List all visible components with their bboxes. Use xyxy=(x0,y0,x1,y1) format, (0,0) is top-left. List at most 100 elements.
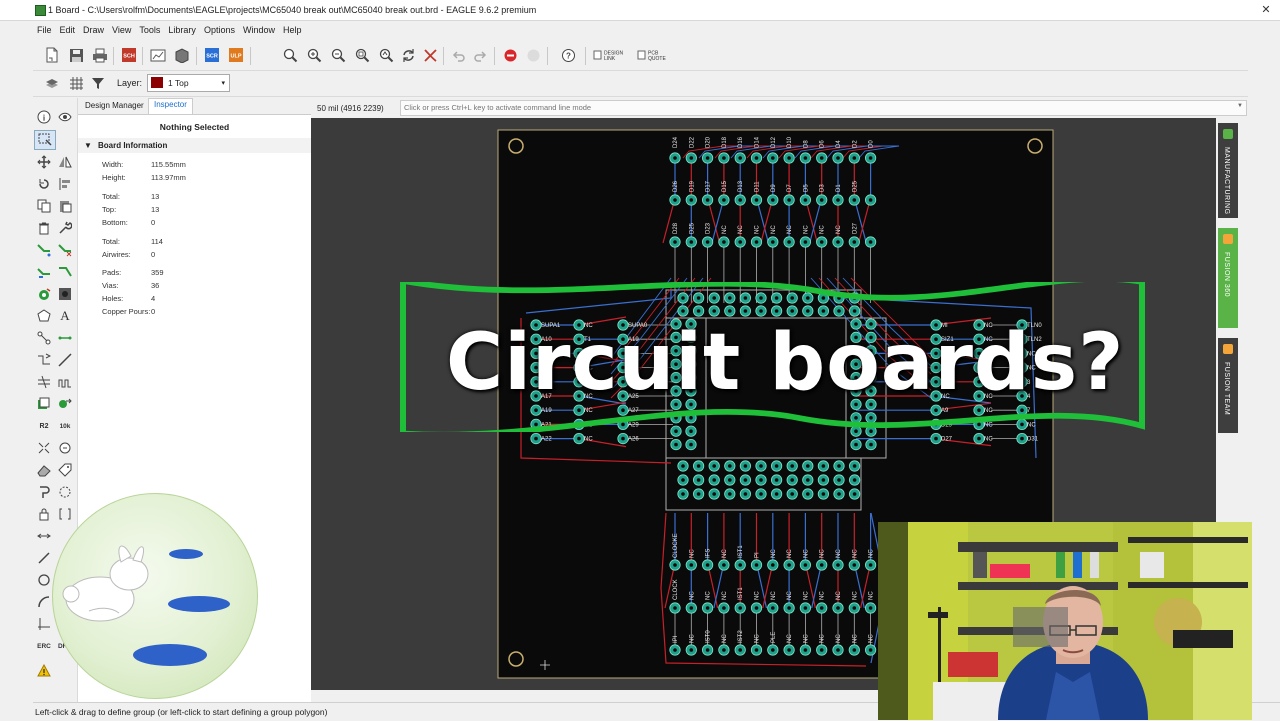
menu-help[interactable]: Help xyxy=(279,22,306,38)
grid-icon[interactable] xyxy=(67,74,85,92)
stop-command-icon[interactable] xyxy=(421,46,439,64)
align-icon[interactable] xyxy=(55,175,75,193)
pcb-pad-hole xyxy=(759,492,763,496)
command-line[interactable]: ▼ xyxy=(400,100,1247,116)
tab-inspector[interactable]: Inspector xyxy=(148,98,193,114)
board-information-header[interactable]: ▼ Board Information xyxy=(78,138,311,153)
cam-processor-icon[interactable] xyxy=(149,46,167,64)
pcb-pad-hole xyxy=(868,156,873,160)
name-tool[interactable]: R2 xyxy=(34,417,54,435)
lock-icon[interactable] xyxy=(34,505,54,523)
zoom-last-icon[interactable] xyxy=(377,46,395,64)
delete-icon[interactable] xyxy=(34,219,54,237)
info-icon[interactable]: i xyxy=(34,108,54,126)
layer-color-swatch xyxy=(151,77,163,88)
menu-edit[interactable]: Edit xyxy=(56,22,80,38)
close-window-button[interactable]: ✕ xyxy=(1252,0,1280,20)
pcb-pad-hole xyxy=(728,492,732,496)
board-3d-icon[interactable] xyxy=(173,46,191,64)
zoom-in-icon[interactable] xyxy=(305,46,323,64)
mirror-icon[interactable] xyxy=(55,153,75,171)
eraser-icon[interactable] xyxy=(34,461,54,479)
route-icon[interactable] xyxy=(34,241,54,259)
show-eye-icon[interactable] xyxy=(55,108,75,126)
text-icon[interactable]: A xyxy=(55,307,75,325)
pcb-label: NC xyxy=(787,549,793,558)
signal-icon[interactable] xyxy=(34,329,54,347)
pcb-pad-hole xyxy=(771,648,775,652)
new-file-icon[interactable] xyxy=(43,46,61,64)
pcb-pad-hole xyxy=(728,464,732,468)
ripup-icon[interactable] xyxy=(55,241,75,259)
pcb-pad-hole xyxy=(689,156,694,160)
pcb-quote-button[interactable]: PCB QUOTE xyxy=(637,46,677,64)
pad-icon[interactable] xyxy=(55,285,75,303)
redo-icon[interactable] xyxy=(471,46,489,64)
pcb-label: NC xyxy=(755,634,761,643)
rotate-icon[interactable] xyxy=(34,175,54,193)
optimize-icon[interactable] xyxy=(34,373,54,391)
fusion-team-tab[interactable]: FUSION TEAM xyxy=(1218,338,1238,433)
run-script-icon[interactable]: SCR xyxy=(203,46,221,64)
command-line-input[interactable] xyxy=(404,101,1224,114)
chevron-down-icon[interactable]: ▼ xyxy=(1237,103,1243,109)
erc-button[interactable]: ERC xyxy=(34,637,54,655)
zoom-fit-icon[interactable] xyxy=(281,46,299,64)
tab-design-manager[interactable]: Design Manager xyxy=(80,100,149,111)
help-icon[interactable]: ? xyxy=(559,46,577,64)
smash-icon[interactable] xyxy=(34,439,54,457)
filter-icon[interactable] xyxy=(89,74,107,92)
via-icon[interactable] xyxy=(34,285,54,303)
arc-icon[interactable] xyxy=(34,593,54,611)
print-icon[interactable] xyxy=(91,46,109,64)
copy-icon[interactable] xyxy=(34,197,54,215)
pcb-pad-hole xyxy=(722,606,726,610)
layer-select[interactable]: 1 Top ▾ xyxy=(147,74,230,92)
move-icon[interactable] xyxy=(34,153,54,171)
schematic-switch-icon[interactable]: SCH xyxy=(120,46,138,64)
pcb-label: D27 xyxy=(852,222,858,234)
menu-window[interactable]: Window xyxy=(239,22,279,38)
save-icon[interactable] xyxy=(67,46,85,64)
split-icon[interactable] xyxy=(34,351,54,369)
menu-view[interactable]: View xyxy=(108,22,135,38)
add-part-icon[interactable] xyxy=(34,395,54,413)
miter-icon[interactable] xyxy=(55,351,75,369)
change-icon[interactable] xyxy=(55,439,75,457)
dimension-icon[interactable] xyxy=(34,527,54,545)
wire-icon[interactable] xyxy=(55,329,75,347)
meander-icon[interactable] xyxy=(55,373,75,391)
wrench-icon[interactable] xyxy=(55,219,75,237)
design-link-button[interactable]: DESIGN LINK xyxy=(593,46,633,64)
replace-icon[interactable] xyxy=(55,395,75,413)
go-icon[interactable] xyxy=(524,46,542,64)
polygon-icon[interactable] xyxy=(34,307,54,325)
circle-icon[interactable] xyxy=(34,571,54,589)
layer-settings-icon[interactable] xyxy=(43,74,61,92)
slice-icon[interactable] xyxy=(55,263,75,281)
menu-draw[interactable]: Draw xyxy=(79,22,108,38)
stop-icon[interactable] xyxy=(501,46,519,64)
pcb-pad-hole xyxy=(689,198,694,202)
line-icon[interactable] xyxy=(34,549,54,567)
warning-icon[interactable] xyxy=(34,661,54,679)
fusion-360-tab[interactable]: FUSION 360 xyxy=(1218,228,1238,328)
group-select-icon[interactable] xyxy=(34,130,56,150)
zoom-select-icon[interactable] xyxy=(353,46,371,64)
paste-icon[interactable] xyxy=(55,197,75,215)
hook-icon[interactable] xyxy=(34,483,54,501)
menu-tools[interactable]: Tools xyxy=(135,22,164,38)
manufacturing-tab[interactable]: MANUFACTURING xyxy=(1218,123,1238,218)
run-ulp-icon[interactable]: ULP xyxy=(227,46,245,64)
attribute-icon[interactable] xyxy=(55,461,75,479)
zoom-out-icon[interactable] xyxy=(329,46,347,64)
menu-library[interactable]: Library xyxy=(164,22,200,38)
undo-icon[interactable] xyxy=(449,46,467,64)
pcb-label: IST2 xyxy=(738,630,744,643)
value-tool[interactable]: 10k xyxy=(55,417,75,435)
menu-file[interactable]: File xyxy=(33,22,56,38)
autoroute-icon[interactable] xyxy=(34,263,54,281)
mark-icon[interactable] xyxy=(34,615,54,633)
redraw-icon[interactable] xyxy=(399,46,417,64)
menu-options[interactable]: Options xyxy=(200,22,239,38)
